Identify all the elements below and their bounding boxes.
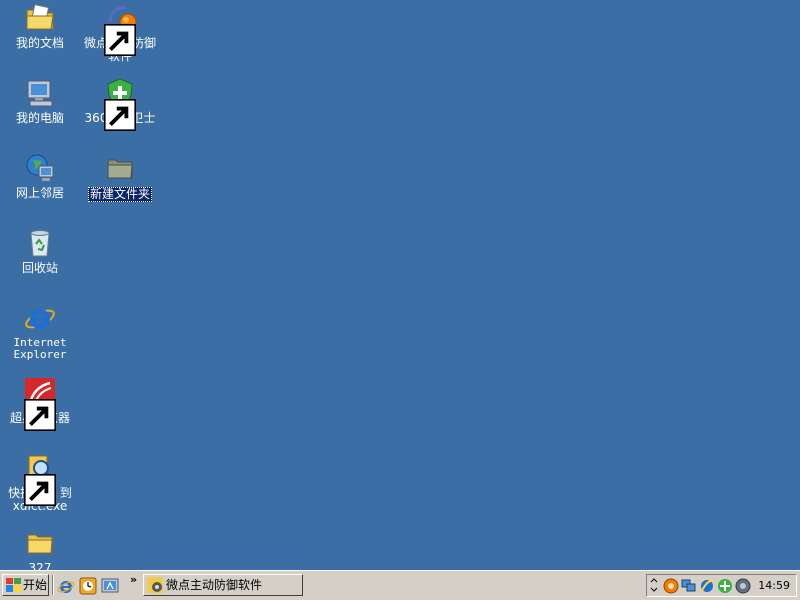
tray-expand-icon[interactable] [650,576,658,594]
folder-icon [24,527,56,559]
desktop-icon-label: 我的电脑 [15,111,64,125]
tray-volume-icon[interactable] [735,578,751,594]
desktop-icon-xdict[interactable]: 快捷方式 到 xdict.exe [0,452,80,513]
desktop-icon-label: 我的文档 [15,36,64,50]
desktop-icon-micropoint-defense[interactable]: 微点主动防御软件 [80,2,160,63]
tray-network-icon[interactable] [681,578,697,594]
xdict-icon [24,452,56,506]
task-button-label: 微点主动防御软件 [166,578,263,592]
desktop[interactable]: 我的文档 微点主动防御软件 我的电脑 [0,0,800,570]
desktop-icon-network-places[interactable]: 网上邻居 [0,152,80,200]
my-computer-icon [24,77,56,109]
desktop-icon-label: 新建文件夹 [87,187,152,202]
start-label: 开始 [23,578,48,592]
start-button[interactable]: 开始 [2,574,49,596]
desktop-icon-360-security[interactable]: 360安全卫士 [80,77,160,131]
micropoint-defense-icon [104,2,136,56]
desktop-icon-internet-explorer[interactable]: Internet Explorer [0,302,80,361]
desktop-icon-my-documents[interactable]: 我的文档 [0,2,80,50]
desktop-icon-label: 回收站 [21,261,58,275]
quick-launch-more-chevron[interactable]: » [130,573,137,586]
360-security-icon [104,77,136,131]
quick-launch-ie-icon[interactable] [57,577,75,595]
shortcut-arrow-icon [104,24,136,56]
recycle-bin-icon [24,227,56,259]
desktop-icon-recycle-bin[interactable]: 回收站 [0,227,80,275]
desktop-icon-new-folder[interactable]: 新建文件夹 [80,152,160,202]
my-documents-icon [24,2,56,34]
tray-security-icon[interactable] [699,578,715,594]
tray-orange-circle-icon[interactable] [663,578,679,594]
desktop-icon-label: Internet Explorer [13,336,67,361]
task-button-micropoint[interactable]: 微点主动防御软件 [143,574,303,596]
quick-launch-desktop-icon[interactable] [101,577,119,595]
desktop-icon-label: 网上邻居 [15,186,64,200]
micropoint-defense-icon [147,577,163,593]
quick-launch-clock-icon[interactable] [79,577,97,595]
desktop-icon-label: 327 [28,561,52,571]
shortcut-arrow-icon [104,99,136,131]
taskbar: 开始 » 微点主动防御软件 14:59 [0,570,800,600]
ssreader-icon [24,377,56,431]
desktop-icon-ssreader[interactable]: 超星阅览器 [0,377,80,431]
network-places-icon [24,152,56,184]
clock[interactable]: 14:59 [758,578,790,594]
taskbar-separator [52,575,54,595]
system-tray: 14:59 [646,574,797,597]
windows-logo-icon [6,578,21,592]
folder-icon [104,152,136,184]
shortcut-arrow-icon [24,474,56,506]
shortcut-arrow-icon [24,399,56,431]
internet-explorer-icon [24,302,56,334]
desktop-icon-my-computer[interactable]: 我的电脑 [0,77,80,125]
desktop-icon-folder-327[interactable]: 327 [0,527,80,570]
tray-360-icon[interactable] [717,578,733,594]
